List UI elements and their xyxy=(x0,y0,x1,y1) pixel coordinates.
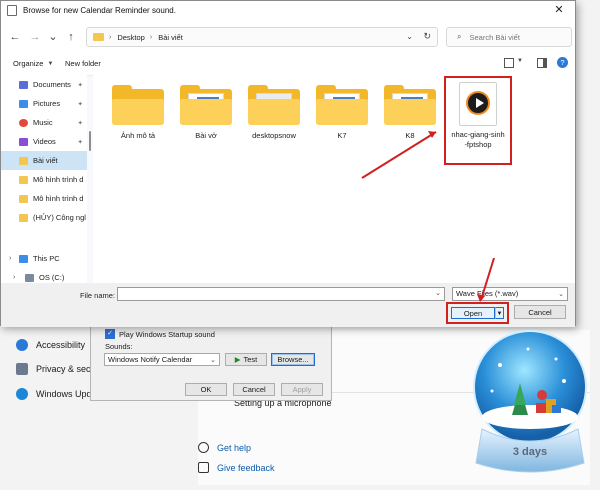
arrowhead xyxy=(477,294,485,302)
snow-globe-caption: 3 days xyxy=(513,446,547,458)
annotation-arrow-to-file xyxy=(361,131,437,179)
annotation-arrow-to-open xyxy=(480,257,495,301)
snow-globe-decoration: 3 days xyxy=(473,330,587,473)
